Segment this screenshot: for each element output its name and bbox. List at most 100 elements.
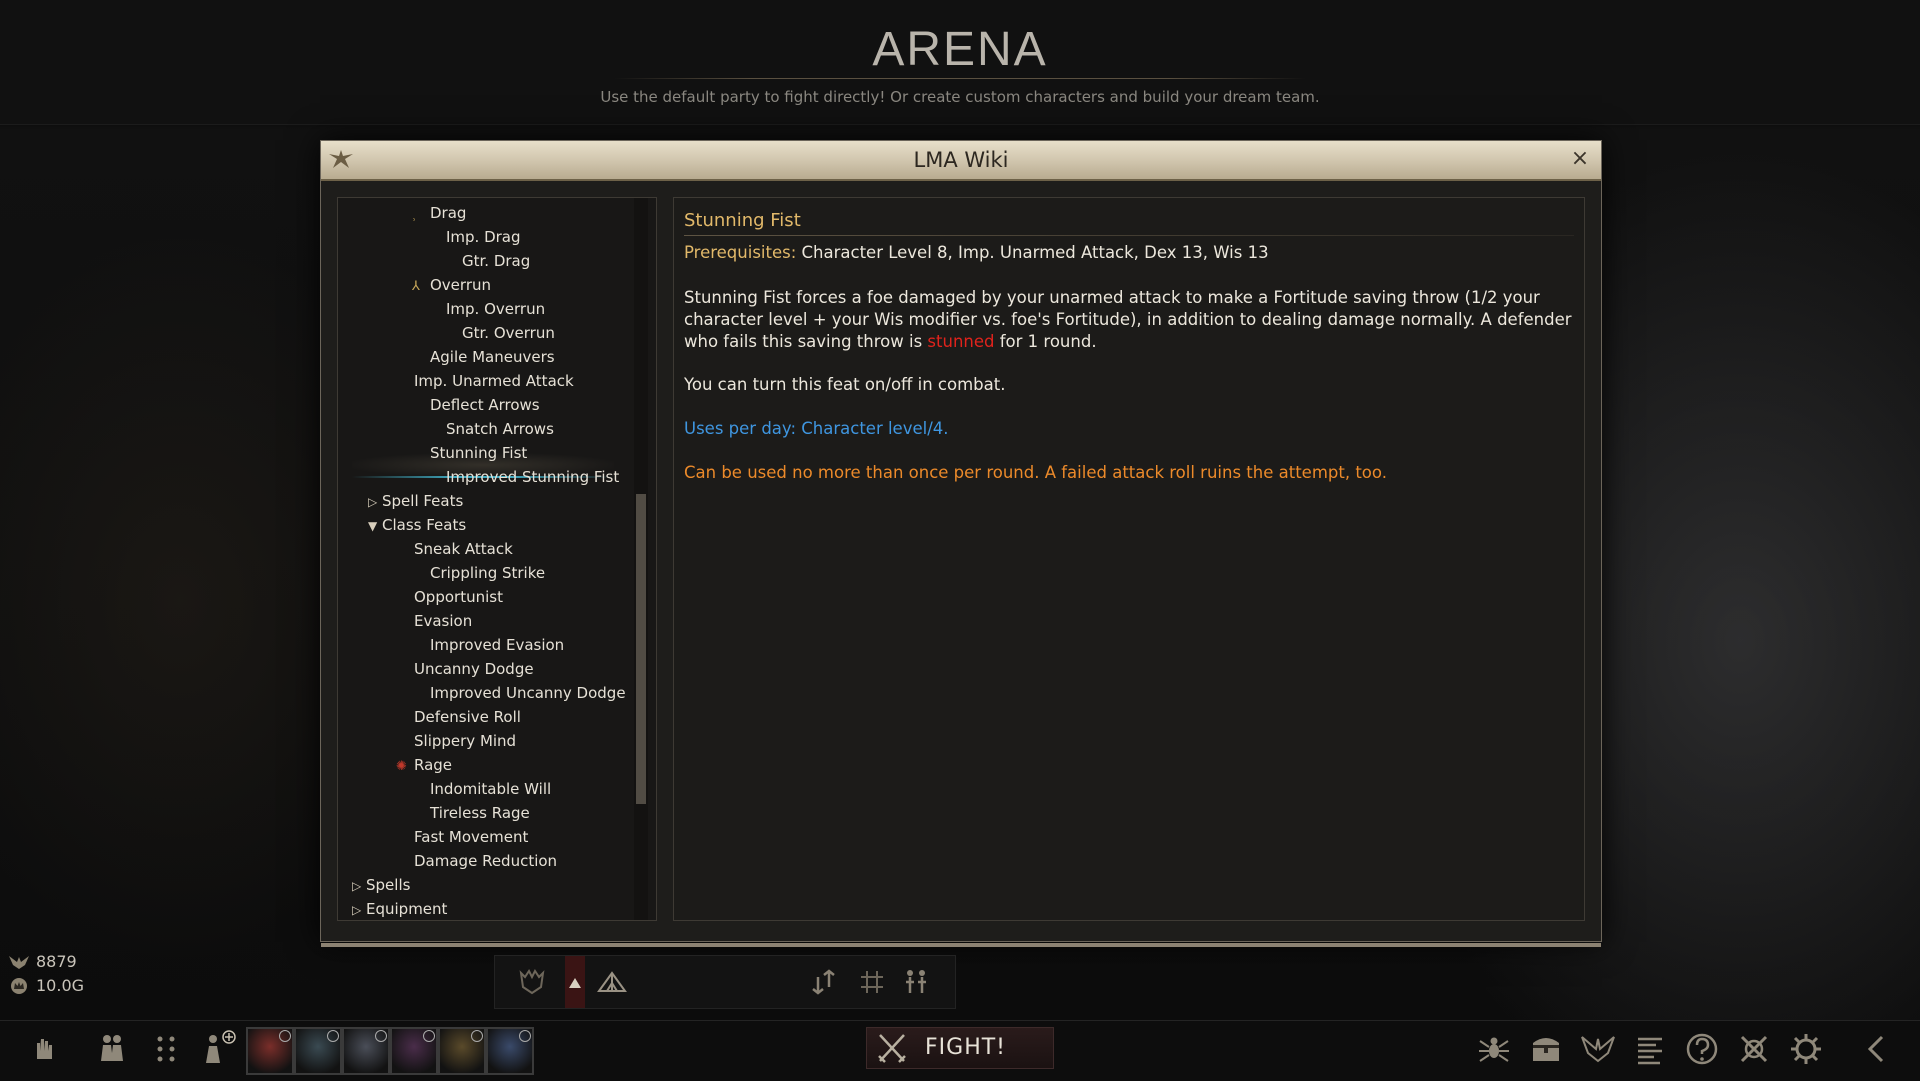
portrait-add-icon[interactable]	[375, 1030, 387, 1042]
portrait-add-icon[interactable]	[327, 1030, 339, 1042]
tree-item[interactable]: Tireless Rage	[430, 802, 530, 824]
swap-order-icon[interactable]	[807, 965, 841, 999]
stunned-keyword-link[interactable]: stunned	[927, 332, 994, 351]
tree-item-label: Indomitable Will	[430, 780, 552, 798]
tree-item[interactable]: Gtr. Overrun	[462, 322, 555, 344]
tree-item-label: Fast Movement	[414, 828, 529, 846]
tree-item[interactable]: Slippery Mind	[414, 730, 516, 752]
tree-item[interactable]: Sneak Attack	[414, 538, 513, 560]
grid-formation-icon[interactable]	[855, 965, 889, 999]
tree-item[interactable]: ⸒ Drag	[412, 202, 466, 224]
tree-item[interactable]: Improved Stunning Fist	[446, 466, 619, 488]
tree-item-label: Snatch Arrows	[446, 420, 554, 438]
tree-item-label: Gtr. Drag	[462, 252, 531, 270]
tree-item[interactable]: ⅄ Overrun	[412, 274, 491, 296]
gear-icon[interactable]	[1786, 1029, 1826, 1069]
article-title: Stunning Fist	[684, 210, 801, 231]
wiki-window: LMA Wiki × ⸒ Drag Imp. Drag Gtr. Drag ⅄ Overr…	[320, 140, 1602, 947]
combat-settings-icon[interactable]	[1734, 1029, 1774, 1069]
article-prerequisites: Prerequisites: Character Level 8, Imp. U…	[684, 243, 1269, 262]
tree-item[interactable]: Crippling Strike	[430, 562, 545, 584]
journal-lines-icon[interactable]	[1630, 1029, 1670, 1069]
page-subtitle: Use the default party to fight directly!…	[600, 88, 1320, 106]
wiki-titlebar[interactable]: LMA Wiki ×	[321, 141, 1601, 181]
party-portrait[interactable]	[390, 1027, 438, 1075]
crest-icon[interactable]	[515, 965, 549, 999]
tree-item[interactable]: ✺ Rage	[396, 754, 452, 776]
chevron-left-icon[interactable]	[1856, 1029, 1896, 1069]
chest-icon[interactable]	[1526, 1029, 1566, 1069]
collapsed-triangle-icon[interactable]: ▷	[352, 899, 366, 920]
fight-label: FIGHT!	[925, 1035, 1006, 1060]
tree-item[interactable]: Fast Movement	[414, 826, 528, 848]
gold-row: 10.0G	[8, 974, 84, 998]
tree-item[interactable]: Imp. Drag	[446, 226, 521, 248]
wings-emblem-icon[interactable]	[1578, 1029, 1618, 1069]
portrait-add-icon[interactable]	[279, 1030, 291, 1042]
tree-item-label: Deflect Arrows	[430, 396, 540, 414]
portrait-add-icon[interactable]	[519, 1030, 531, 1042]
tree-item[interactable]: ▷ Spell Feats	[368, 490, 463, 512]
party-formation-icon[interactable]	[899, 965, 933, 999]
grid-menu-icon[interactable]	[146, 1029, 186, 1069]
portrait-add-icon[interactable]	[471, 1030, 483, 1042]
spider-icon[interactable]	[1474, 1029, 1514, 1069]
title-divider	[614, 78, 1306, 79]
stack-up-button[interactable]	[565, 956, 585, 1008]
party-portrait[interactable]	[438, 1027, 486, 1075]
tree-item[interactable]: Deflect Arrows	[430, 394, 540, 416]
tree-item-label: Gtr. Overrun	[462, 324, 555, 342]
tree-item-label: Equipment	[366, 900, 448, 918]
tree-item-label: Evasion	[414, 612, 473, 630]
gold-crown-icon	[11, 978, 27, 994]
fight-button[interactable]: FIGHT!	[866, 1027, 1054, 1069]
tree-item[interactable]: Improved Evasion	[430, 634, 564, 656]
article-description: Stunning Fist forces a foe damaged by yo…	[684, 287, 1574, 353]
tree-item[interactable]: Gtr. Drag	[462, 250, 530, 272]
party-portrait[interactable]	[294, 1027, 342, 1075]
close-icon[interactable]: ×	[1567, 146, 1593, 172]
help-icon[interactable]	[1682, 1029, 1722, 1069]
article-usage-limit: Can be used no more than once per round.…	[684, 463, 1387, 482]
tree-item-label: Opportunist	[414, 588, 503, 606]
tree-item[interactable]: ▷ Equipment	[352, 898, 447, 920]
tree-item[interactable]: Indomitable Will	[430, 778, 551, 800]
tree-item[interactable]: ▷ Spells	[352, 874, 410, 896]
party-portrait[interactable]	[246, 1027, 294, 1075]
expanded-triangle-icon[interactable]: ▼	[368, 515, 382, 537]
description-text-start: Stunning Fist forces a foe damaged by yo…	[684, 288, 1572, 351]
bottom-action-bar: FIGHT!	[0, 1020, 1920, 1081]
tree-item[interactable]: Damage Reduction	[414, 850, 557, 872]
page-title: ARENA	[872, 23, 1048, 76]
tree-item-label: Damage Reduction	[414, 852, 558, 870]
tree-item[interactable]: Evasion	[414, 610, 472, 632]
tree-item-label: Imp. Overrun	[446, 300, 546, 318]
tree-item[interactable]: Improved Uncanny Dodge	[430, 682, 626, 704]
party-members-icon[interactable]	[92, 1029, 132, 1069]
tree-item-selected[interactable]: Stunning Fist	[430, 442, 527, 464]
portrait-add-icon[interactable]	[423, 1030, 435, 1042]
tree-item[interactable]: Uncanny Dodge	[414, 658, 534, 680]
tree-item-label: Agile Maneuvers	[430, 348, 555, 366]
collapsed-triangle-icon[interactable]: ▷	[368, 491, 382, 513]
tree-item[interactable]: Snatch Arrows	[446, 418, 554, 440]
tree-item-label: Improved Stunning Fist	[446, 468, 620, 486]
tent-icon[interactable]	[595, 965, 629, 999]
tree-item[interactable]: ▼ Class Feats	[368, 514, 466, 536]
party-portrait[interactable]	[486, 1027, 534, 1075]
tree-item[interactable]: Agile Maneuvers	[430, 346, 555, 368]
tree-item-label: Imp. Unarmed Attack	[414, 372, 574, 390]
add-character-icon[interactable]	[198, 1029, 238, 1069]
tree-item[interactable]: Defensive Roll	[414, 706, 521, 728]
tree-item[interactable]: Opportunist	[414, 586, 503, 608]
party-portrait[interactable]	[342, 1027, 390, 1075]
wiki-title: LMA Wiki	[913, 148, 1009, 172]
tree-item-label: Rage	[414, 756, 453, 774]
tree-item[interactable]: Imp. Unarmed Attack	[414, 370, 574, 392]
tree-item[interactable]: Imp. Overrun	[446, 298, 545, 320]
tree-scrollbar-thumb[interactable]	[636, 494, 646, 804]
drag-feat-icon: ⸒	[412, 207, 417, 222]
tree-item-label: Improved Uncanny Dodge	[430, 684, 626, 702]
grab-hand-icon[interactable]	[24, 1029, 64, 1069]
collapsed-triangle-icon[interactable]: ▷	[352, 875, 366, 897]
